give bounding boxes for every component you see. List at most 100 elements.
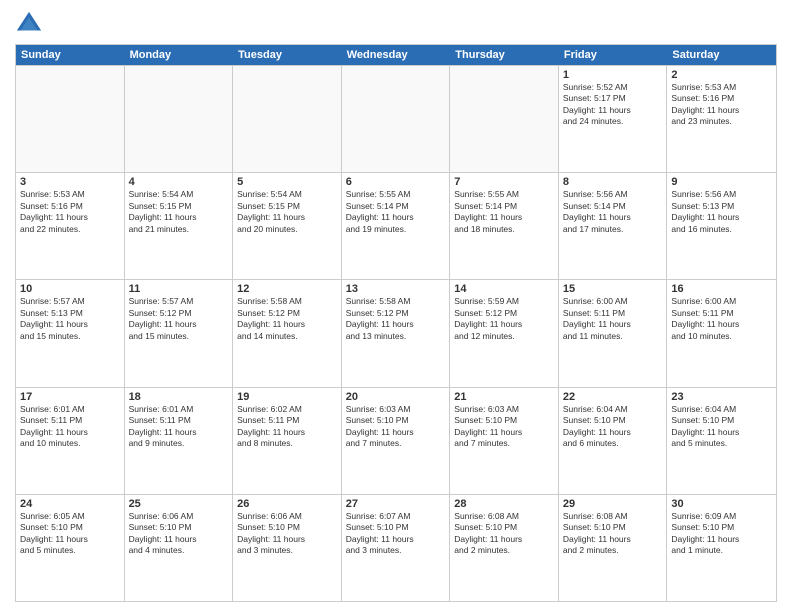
calendar-cell: 10Sunrise: 5:57 AMSunset: 5:13 PMDayligh… [16,280,125,386]
calendar-cell: 12Sunrise: 5:58 AMSunset: 5:12 PMDayligh… [233,280,342,386]
calendar-cell: 28Sunrise: 6:08 AMSunset: 5:10 PMDayligh… [450,495,559,601]
calendar-cell: 29Sunrise: 6:08 AMSunset: 5:10 PMDayligh… [559,495,668,601]
day-info: Sunrise: 6:03 AMSunset: 5:10 PMDaylight:… [346,404,446,450]
day-number: 9 [671,176,772,188]
calendar-cell: 11Sunrise: 5:57 AMSunset: 5:12 PMDayligh… [125,280,234,386]
calendar-cell: 13Sunrise: 5:58 AMSunset: 5:12 PMDayligh… [342,280,451,386]
day-info: Sunrise: 5:53 AMSunset: 5:16 PMDaylight:… [20,189,120,235]
header-day-tuesday: Tuesday [233,45,342,65]
day-number: 7 [454,176,554,188]
day-info: Sunrise: 6:07 AMSunset: 5:10 PMDaylight:… [346,511,446,557]
calendar-cell: 9Sunrise: 5:56 AMSunset: 5:13 PMDaylight… [667,173,776,279]
day-info: Sunrise: 6:01 AMSunset: 5:11 PMDaylight:… [20,404,120,450]
day-number: 12 [237,283,337,295]
calendar-header: SundayMondayTuesdayWednesdayThursdayFrid… [16,45,776,65]
day-number: 23 [671,391,772,403]
day-info: Sunrise: 5:54 AMSunset: 5:15 PMDaylight:… [237,189,337,235]
day-number: 21 [454,391,554,403]
day-info: Sunrise: 6:03 AMSunset: 5:10 PMDaylight:… [454,404,554,450]
calendar-cell: 19Sunrise: 6:02 AMSunset: 5:11 PMDayligh… [233,388,342,494]
day-info: Sunrise: 5:57 AMSunset: 5:12 PMDaylight:… [129,296,229,342]
calendar-cell: 3Sunrise: 5:53 AMSunset: 5:16 PMDaylight… [16,173,125,279]
day-number: 13 [346,283,446,295]
header-day-friday: Friday [559,45,668,65]
day-info: Sunrise: 5:56 AMSunset: 5:14 PMDaylight:… [563,189,663,235]
calendar-cell: 26Sunrise: 6:06 AMSunset: 5:10 PMDayligh… [233,495,342,601]
calendar-cell: 20Sunrise: 6:03 AMSunset: 5:10 PMDayligh… [342,388,451,494]
calendar-row-4: 17Sunrise: 6:01 AMSunset: 5:11 PMDayligh… [16,387,776,494]
calendar-cell: 27Sunrise: 6:07 AMSunset: 5:10 PMDayligh… [342,495,451,601]
page: SundayMondayTuesdayWednesdayThursdayFrid… [0,0,792,612]
day-number: 10 [20,283,120,295]
header [15,10,777,38]
day-number: 27 [346,498,446,510]
calendar-cell: 14Sunrise: 5:59 AMSunset: 5:12 PMDayligh… [450,280,559,386]
calendar-cell [16,66,125,172]
calendar-cell: 21Sunrise: 6:03 AMSunset: 5:10 PMDayligh… [450,388,559,494]
calendar-cell [342,66,451,172]
day-number: 15 [563,283,663,295]
day-number: 18 [129,391,229,403]
logo [15,10,47,38]
calendar-cell [125,66,234,172]
day-number: 26 [237,498,337,510]
day-info: Sunrise: 6:08 AMSunset: 5:10 PMDaylight:… [563,511,663,557]
day-number: 20 [346,391,446,403]
day-info: Sunrise: 6:02 AMSunset: 5:11 PMDaylight:… [237,404,337,450]
day-number: 25 [129,498,229,510]
day-info: Sunrise: 6:09 AMSunset: 5:10 PMDaylight:… [671,511,772,557]
day-info: Sunrise: 5:53 AMSunset: 5:16 PMDaylight:… [671,82,772,128]
day-info: Sunrise: 5:58 AMSunset: 5:12 PMDaylight:… [346,296,446,342]
day-info: Sunrise: 6:04 AMSunset: 5:10 PMDaylight:… [563,404,663,450]
calendar-cell: 5Sunrise: 5:54 AMSunset: 5:15 PMDaylight… [233,173,342,279]
day-info: Sunrise: 6:01 AMSunset: 5:11 PMDaylight:… [129,404,229,450]
day-info: Sunrise: 6:06 AMSunset: 5:10 PMDaylight:… [129,511,229,557]
day-number: 8 [563,176,663,188]
day-info: Sunrise: 5:59 AMSunset: 5:12 PMDaylight:… [454,296,554,342]
calendar-cell: 22Sunrise: 6:04 AMSunset: 5:10 PMDayligh… [559,388,668,494]
calendar-cell: 25Sunrise: 6:06 AMSunset: 5:10 PMDayligh… [125,495,234,601]
day-number: 4 [129,176,229,188]
calendar: SundayMondayTuesdayWednesdayThursdayFrid… [15,44,777,602]
calendar-cell: 8Sunrise: 5:56 AMSunset: 5:14 PMDaylight… [559,173,668,279]
day-number: 19 [237,391,337,403]
day-info: Sunrise: 6:08 AMSunset: 5:10 PMDaylight:… [454,511,554,557]
calendar-row-5: 24Sunrise: 6:05 AMSunset: 5:10 PMDayligh… [16,494,776,601]
day-info: Sunrise: 5:54 AMSunset: 5:15 PMDaylight:… [129,189,229,235]
day-info: Sunrise: 5:55 AMSunset: 5:14 PMDaylight:… [454,189,554,235]
calendar-row-3: 10Sunrise: 5:57 AMSunset: 5:13 PMDayligh… [16,279,776,386]
calendar-cell: 18Sunrise: 6:01 AMSunset: 5:11 PMDayligh… [125,388,234,494]
header-day-sunday: Sunday [16,45,125,65]
day-info: Sunrise: 5:58 AMSunset: 5:12 PMDaylight:… [237,296,337,342]
day-info: Sunrise: 6:06 AMSunset: 5:10 PMDaylight:… [237,511,337,557]
calendar-row-1: 1Sunrise: 5:52 AMSunset: 5:17 PMDaylight… [16,65,776,172]
day-info: Sunrise: 5:52 AMSunset: 5:17 PMDaylight:… [563,82,663,128]
day-info: Sunrise: 6:00 AMSunset: 5:11 PMDaylight:… [671,296,772,342]
calendar-cell: 7Sunrise: 5:55 AMSunset: 5:14 PMDaylight… [450,173,559,279]
header-day-wednesday: Wednesday [342,45,451,65]
day-number: 29 [563,498,663,510]
day-number: 5 [237,176,337,188]
day-number: 17 [20,391,120,403]
calendar-cell: 23Sunrise: 6:04 AMSunset: 5:10 PMDayligh… [667,388,776,494]
day-number: 3 [20,176,120,188]
calendar-row-2: 3Sunrise: 5:53 AMSunset: 5:16 PMDaylight… [16,172,776,279]
header-day-thursday: Thursday [450,45,559,65]
header-day-monday: Monday [125,45,234,65]
day-number: 28 [454,498,554,510]
calendar-cell: 17Sunrise: 6:01 AMSunset: 5:11 PMDayligh… [16,388,125,494]
header-day-saturday: Saturday [667,45,776,65]
day-number: 30 [671,498,772,510]
calendar-cell: 1Sunrise: 5:52 AMSunset: 5:17 PMDaylight… [559,66,668,172]
calendar-cell: 4Sunrise: 5:54 AMSunset: 5:15 PMDaylight… [125,173,234,279]
day-number: 6 [346,176,446,188]
day-number: 1 [563,69,663,81]
day-number: 22 [563,391,663,403]
calendar-cell [233,66,342,172]
day-info: Sunrise: 6:00 AMSunset: 5:11 PMDaylight:… [563,296,663,342]
day-info: Sunrise: 5:55 AMSunset: 5:14 PMDaylight:… [346,189,446,235]
calendar-cell: 30Sunrise: 6:09 AMSunset: 5:10 PMDayligh… [667,495,776,601]
day-number: 14 [454,283,554,295]
logo-icon [15,10,43,38]
day-info: Sunrise: 5:56 AMSunset: 5:13 PMDaylight:… [671,189,772,235]
